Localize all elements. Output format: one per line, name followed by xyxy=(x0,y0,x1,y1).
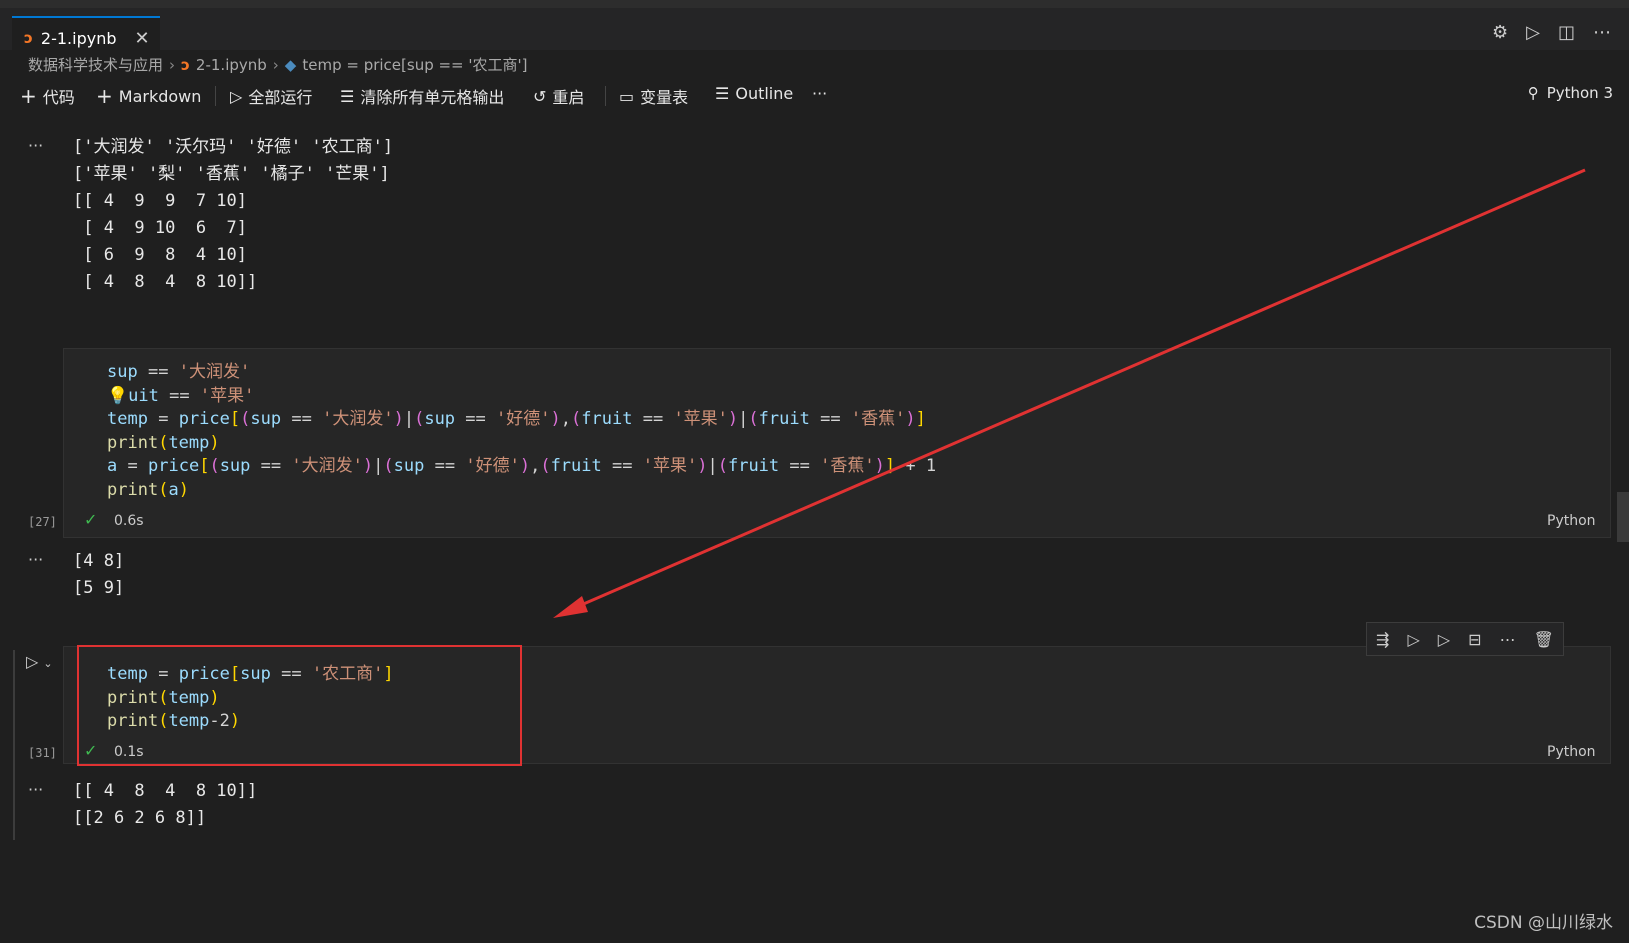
watermark: CSDN @山川绿水 xyxy=(1474,913,1613,933)
annotation-arrow xyxy=(553,168,1586,618)
arrow-head xyxy=(553,596,588,618)
scrollbar-thumb[interactable] xyxy=(1617,492,1629,542)
arrow-line xyxy=(564,168,1586,614)
